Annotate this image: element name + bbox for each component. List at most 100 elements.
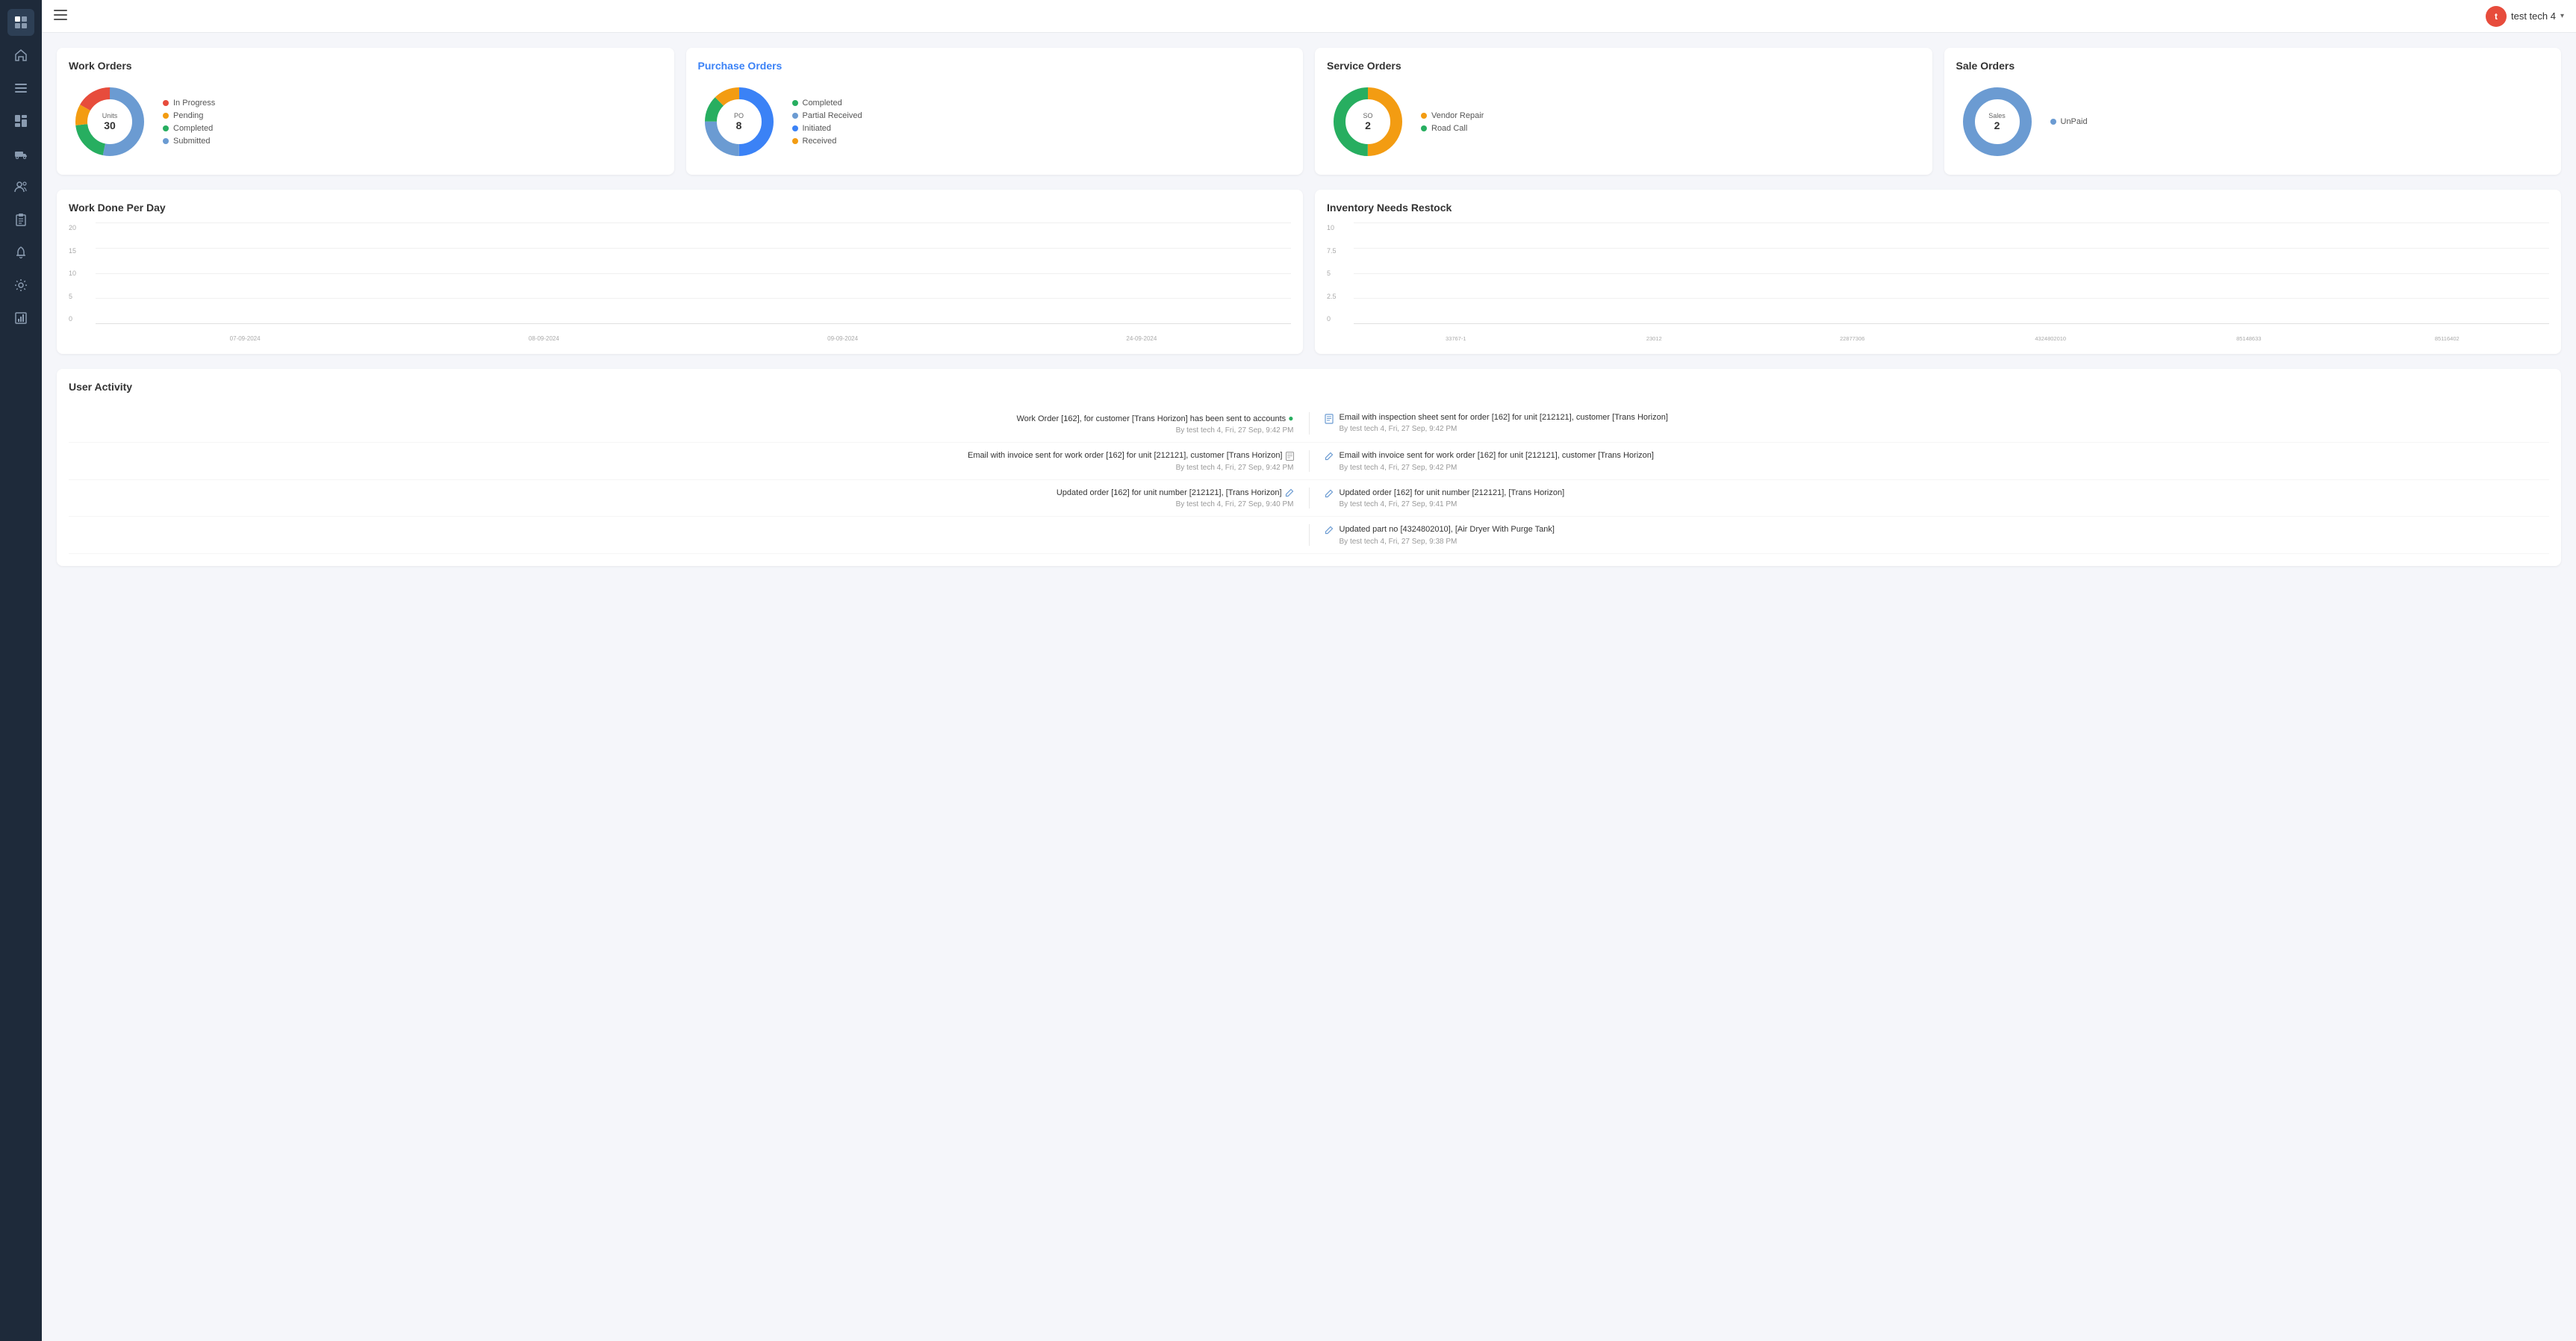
user-activity-card: User Activity Work Order [162], for cust… [57, 369, 2561, 566]
activity-right-text-3: Updated part no [4324802010], [Air Dryer… [1340, 524, 1555, 535]
sale-unpaid-dot [2050, 119, 2056, 125]
po-legend-initiated: Initiated [792, 124, 862, 133]
sale-orders-title: Sale Orders [1956, 60, 2550, 72]
sidebar-icon-grid[interactable] [7, 9, 34, 36]
pending-dot [163, 113, 169, 119]
activity-right-1: Email with invoice sent for work order [… [1310, 450, 2550, 471]
work-done-card: Work Done Per Day 20 15 10 5 0 [57, 190, 1303, 354]
sale-orders-card: Sale Orders Sales 2 [1944, 48, 2562, 175]
x-label-2409: 24-09-2024 [1007, 335, 1276, 342]
service-orders-donut: SO 2 [1327, 81, 1409, 163]
sidebar-icon-report[interactable] [7, 305, 34, 332]
activity-left-meta-1: By test tech 4, Fri, 27 Sep, 9:42 PM [69, 464, 1294, 472]
activity-right-meta-1: By test tech 4, Fri, 27 Sep, 9:42 PM [1340, 464, 1654, 472]
sidebar-icon-people[interactable] [7, 173, 34, 200]
edit-icon-3 [1325, 526, 1334, 537]
inv-y-25: 2.5 [1327, 293, 1337, 300]
work-done-chart: 20 15 10 5 0 [69, 223, 1291, 342]
work-orders-title: Work Orders [69, 60, 662, 72]
legend-submitted: Submitted [163, 137, 215, 146]
user-menu[interactable]: t test tech 4 ▾ [2486, 6, 2564, 27]
po-initiated-label: Initiated [803, 124, 832, 133]
work-done-title: Work Done Per Day [69, 202, 1291, 214]
service-orders-chart-container: SO 2 Vendor Repair Road Call [1327, 81, 1920, 163]
chevron-down-icon: ▾ [2560, 12, 2564, 20]
inventory-card: Inventory Needs Restock 10 7.5 5 2.5 0 [1315, 190, 2561, 354]
activity-right-meta-0: By test tech 4, Fri, 27 Sep, 9:42 PM [1340, 425, 1668, 433]
activity-row-0: Work Order [162], for customer [Trans Ho… [69, 405, 2549, 443]
inv-y-10: 10 [1327, 224, 1337, 231]
activity-right-content-1: Email with invoice sent for work order [… [1340, 450, 1654, 471]
sidebar-icon-home[interactable] [7, 42, 34, 69]
main-area: t test tech 4 ▾ Work Orders [42, 0, 2576, 1341]
activity-right-meta-3: By test tech 4, Fri, 27 Sep, 9:38 PM [1340, 538, 1555, 546]
purchase-orders-title: Purchase Orders [698, 60, 1292, 72]
work-orders-donut: Units 30 [69, 81, 151, 163]
completed-dot [163, 125, 169, 131]
service-orders-title: Service Orders [1327, 60, 1920, 72]
activity-right-3: Updated part no [4324802010], [Air Dryer… [1310, 524, 2550, 545]
user-avatar: t [2486, 6, 2507, 27]
sale-unpaid-label: UnPaid [2061, 117, 2088, 126]
charts-row: Work Done Per Day 20 15 10 5 0 [57, 190, 2561, 354]
activity-right-text-0: Email with inspection sheet sent for ord… [1340, 412, 1668, 423]
legend-completed: Completed [163, 124, 215, 133]
activity-left-2: Updated order [162] for unit number [212… [69, 488, 1309, 508]
po-completed-dot [792, 100, 798, 106]
work-orders-card: Work Orders [57, 48, 674, 175]
work-orders-legend: In Progress Pending Completed Submi [163, 99, 215, 146]
activity-right-content-2: Updated order [162] for unit number [212… [1340, 488, 1565, 508]
activity-right-content-0: Email with inspection sheet sent for ord… [1340, 412, 1668, 433]
po-legend-completed: Completed [792, 99, 862, 108]
inv-x-85148633: 85148633 [2153, 335, 2345, 342]
hamburger-menu[interactable] [54, 8, 67, 24]
content-area: Work Orders [42, 33, 2576, 1341]
sale-legend-unpaid: UnPaid [2050, 117, 2088, 126]
sale-orders-donut: Sales 2 [1956, 81, 2038, 163]
activity-left-0: Work Order [162], for customer [Trans Ho… [69, 412, 1309, 435]
inventory-title: Inventory Needs Restock [1327, 202, 2549, 214]
inventory-chart: 10 7.5 5 2.5 0 [1327, 223, 2549, 342]
topbar-right: t test tech 4 ▾ [2486, 6, 2564, 27]
po-received-label: Received [803, 137, 837, 146]
activity-row-3: Updated part no [4324802010], [Air Dryer… [69, 517, 2549, 553]
activity-left-meta-0: By test tech 4, Fri, 27 Sep, 9:42 PM [69, 426, 1294, 435]
inv-x-22877306: 22877306 [1756, 335, 1949, 342]
purchase-orders-legend: Completed Partial Received Initiated [792, 99, 862, 146]
edit-icon-1 [1325, 452, 1334, 463]
po-legend-received: Received [792, 137, 862, 146]
po-initiated-dot [792, 125, 798, 131]
legend-pending: Pending [163, 111, 215, 120]
sidebar-icon-dashboard[interactable] [7, 108, 34, 134]
y-label-15: 15 [69, 247, 76, 255]
y-label-10: 10 [69, 270, 76, 277]
work-orders-chart-container: Units 30 In Progress Pending [69, 81, 662, 163]
so-legend-road: Road Call [1421, 124, 1484, 133]
purchase-orders-donut: PO 8 [698, 81, 780, 163]
doc-icon-0 [1325, 414, 1334, 426]
pending-label: Pending [173, 111, 203, 120]
service-orders-card: Service Orders SO 2 [1315, 48, 1932, 175]
inv-y-5: 5 [1327, 270, 1337, 277]
bars-container [96, 223, 1291, 324]
activity-row-1: Email with invoice sent for work order [… [69, 443, 2549, 479]
so-road-dot [1421, 125, 1427, 131]
activity-right-content-3: Updated part no [4324802010], [Air Dryer… [1340, 524, 1555, 545]
sidebar-icon-list[interactable] [7, 75, 34, 102]
sidebar-icon-gear[interactable] [7, 272, 34, 299]
inprogress-dot [163, 100, 169, 106]
sidebar-icon-clipboard[interactable] [7, 206, 34, 233]
po-legend-partial: Partial Received [792, 111, 862, 120]
activity-row-2: Updated order [162] for unit number [212… [69, 480, 2549, 517]
so-vendor-dot [1421, 113, 1427, 119]
sale-orders-chart-container: Sales 2 UnPaid [1956, 81, 2550, 163]
service-orders-legend: Vendor Repair Road Call [1421, 111, 1484, 133]
po-completed-label: Completed [803, 99, 842, 108]
inv-x-85116402: 85116402 [2351, 335, 2544, 342]
sidebar-icon-truck[interactable] [7, 140, 34, 167]
inv-x-33767: 33767-1 [1360, 335, 1552, 342]
sale-orders-legend: UnPaid [2050, 117, 2088, 126]
inv-y-75: 7.5 [1327, 247, 1337, 255]
sidebar-icon-bell[interactable] [7, 239, 34, 266]
po-partial-dot [792, 113, 798, 119]
